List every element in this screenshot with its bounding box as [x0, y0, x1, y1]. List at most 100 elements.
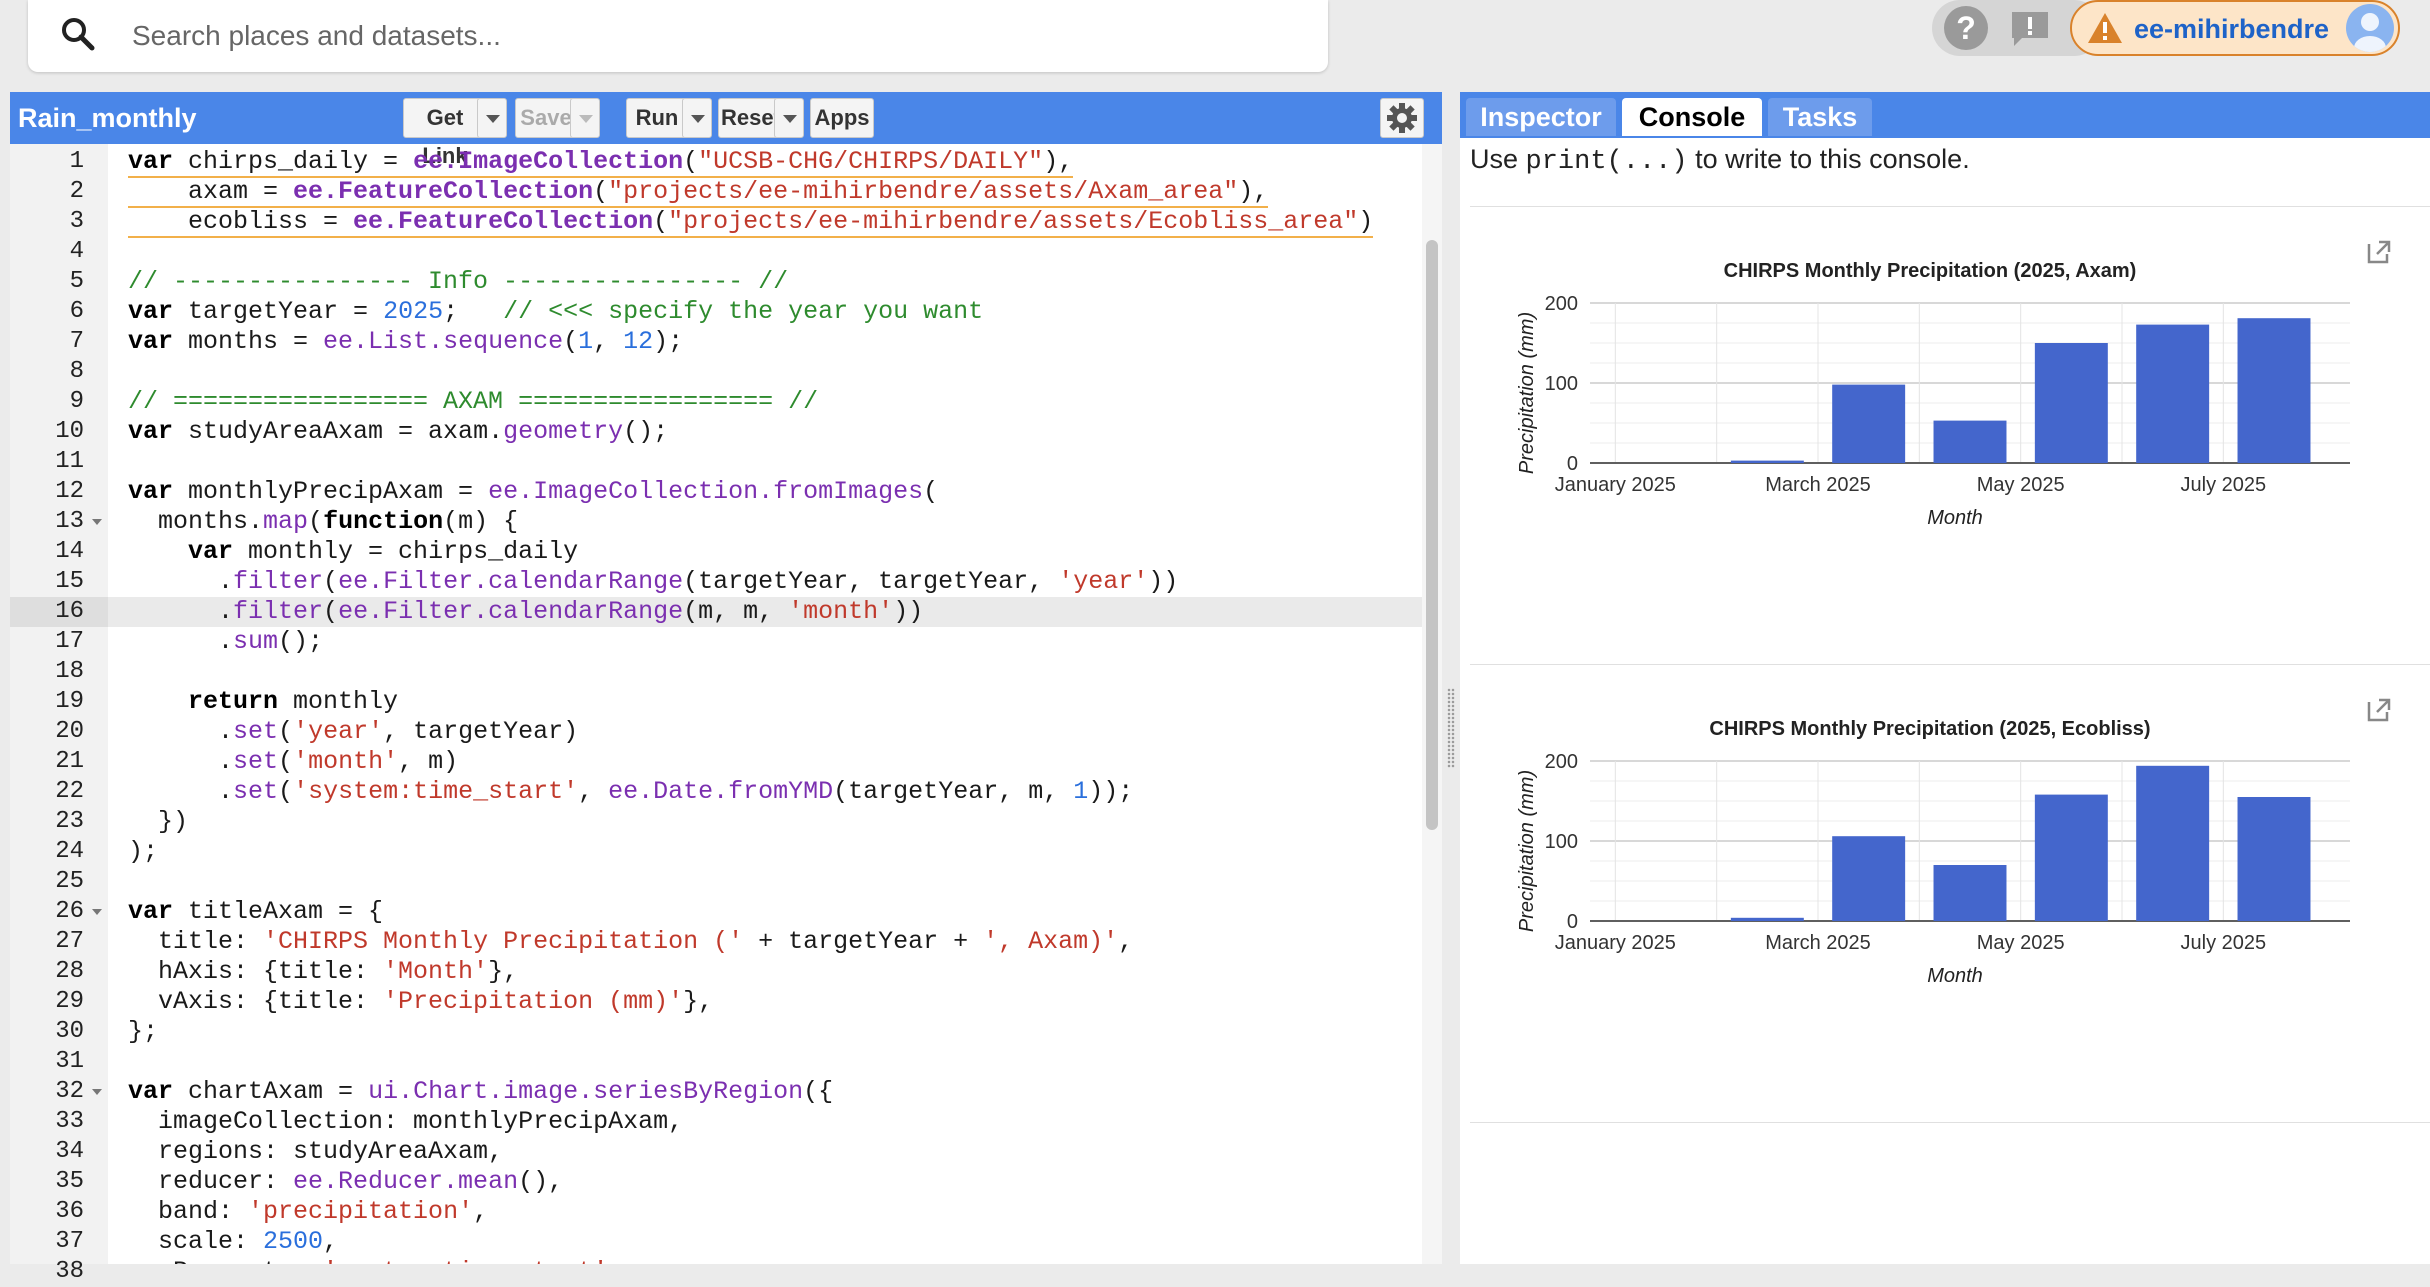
panel-splitter[interactable] — [1442, 92, 1460, 1264]
code-token: // ---------------- Info ---------------… — [128, 267, 789, 296]
code-token: filter — [233, 567, 324, 596]
code-token: . — [128, 597, 234, 626]
code-line[interactable]: var studyAreaAxam = axam.geometry(); — [128, 417, 668, 447]
code-line[interactable]: var titleAxam = { — [128, 897, 383, 927]
code-line[interactable]: var monthlyPrecipAxam = ee.ImageCollecti… — [128, 477, 938, 507]
run-button[interactable]: Run — [626, 98, 688, 138]
editor-scrollbar[interactable] — [1422, 144, 1442, 1264]
code-token: months = — [173, 327, 324, 356]
code-line[interactable]: .sum(); — [128, 627, 323, 657]
line-number: 21 — [55, 748, 84, 775]
code-line-text: scale: 2500, — [128, 1227, 338, 1256]
code-line[interactable]: .filter(ee.Filter.calendarRange(targetYe… — [128, 567, 1178, 597]
tab-console[interactable]: Console — [1622, 98, 1762, 136]
code-line[interactable]: axam = ee.FeatureCollection("projects/ee… — [128, 177, 1269, 208]
line-number: 31 — [55, 1048, 84, 1075]
y-tick-label: 0 — [1567, 453, 1578, 475]
code-token: function — [323, 507, 444, 536]
code-token: ee.Filter.calendarRange — [338, 567, 684, 596]
code-token: set — [233, 777, 279, 806]
code-line[interactable]: hAxis: {title: 'Month'}, — [128, 957, 518, 987]
code-line[interactable]: reducer: ee.Reducer.mean(), — [128, 1167, 563, 1197]
code-token: studyAreaAxam = axam. — [173, 417, 504, 446]
code-line[interactable]: var months = ee.List.sequence(1, 12); — [128, 327, 683, 357]
code-line[interactable]: return monthly — [128, 687, 398, 717]
get-link-button[interactable]: Get Link — [403, 98, 487, 168]
apps-button[interactable]: Apps — [810, 98, 874, 138]
code-line[interactable]: }; — [128, 1017, 158, 1047]
code-token: ( — [323, 567, 339, 596]
code-line-text: // ---------------- Info ---------------… — [128, 267, 788, 296]
code-line[interactable]: scale: 2500, — [128, 1227, 338, 1257]
code-token: ', Axam)' — [983, 927, 1119, 956]
settings-button[interactable] — [1380, 98, 1424, 138]
code-token: ee.ImageCollection.fromImages — [488, 477, 924, 506]
code-token: regions: studyAreaAxam, — [128, 1137, 504, 1166]
code-line[interactable]: vAxis: {title: 'Precipitation (mm)'}, — [128, 987, 713, 1017]
line-number: 15 — [55, 568, 84, 595]
code-line[interactable]: xProperty: 'system:time_start' — [128, 1257, 608, 1264]
reset-dropdown[interactable] — [774, 98, 804, 138]
editor-scroll-thumb[interactable] — [1426, 240, 1438, 830]
code-token: , targetYear) — [383, 717, 579, 746]
chart-card-ecobliss: CHIRPS Monthly Precipitation (2025, Ecob… — [1460, 676, 2430, 1116]
code-line[interactable]: var targetYear = 2025; // <<< specify th… — [128, 297, 983, 327]
get-link-dropdown[interactable] — [477, 98, 507, 138]
code-line-text: title: 'CHIRPS Monthly Precipitation (' … — [128, 927, 1133, 956]
chart-bar — [1832, 384, 1906, 463]
code-line[interactable]: months.map(function(m) { — [128, 507, 518, 537]
code-line[interactable]: var monthly = chirps_daily — [128, 537, 578, 567]
code-line[interactable]: var chirps_daily = ee.ImageCollection("U… — [128, 147, 1074, 178]
code-line[interactable]: .set('year', targetYear) — [128, 717, 578, 747]
code-line[interactable]: .filter(ee.Filter.calendarRange(m, m, 'm… — [128, 597, 923, 627]
run-dropdown[interactable] — [682, 98, 712, 138]
line-number: 20 — [55, 718, 84, 745]
save-button[interactable]: Save — [515, 98, 577, 138]
line-number: 36 — [55, 1198, 84, 1225]
code-token: ee.Reducer.mean — [293, 1167, 519, 1196]
line-number: 9 — [69, 388, 84, 415]
code-line[interactable]: .set('system:time_start', ee.Date.fromYM… — [128, 777, 1133, 807]
code-line[interactable]: // ================= AXAM ==============… — [128, 387, 818, 417]
help-icon[interactable]: ? — [1944, 6, 1988, 50]
code-line[interactable]: // ---------------- Info ---------------… — [128, 267, 788, 297]
x-tick-label: January 2025 — [1555, 474, 1676, 496]
feedback-icon[interactable] — [2008, 8, 2052, 48]
code-token: ); — [653, 327, 684, 356]
line-number: 7 — [69, 328, 84, 355]
code-line[interactable]: regions: studyAreaAxam, — [128, 1137, 503, 1167]
code-line[interactable]: title: 'CHIRPS Monthly Precipitation (' … — [128, 927, 1133, 957]
code-token: + targetYear + — [743, 927, 984, 956]
search-box[interactable] — [28, 0, 1328, 72]
code-line[interactable]: }) — [128, 807, 188, 837]
search-icon[interactable] — [58, 14, 98, 54]
tab-tasks[interactable]: Tasks — [1768, 98, 1872, 136]
console-hint-prefix: Use — [1470, 144, 1526, 174]
x-axis-label: Month — [1927, 507, 1983, 529]
code-line[interactable]: band: 'precipitation', — [128, 1197, 488, 1227]
code-token: 'precipitation' — [248, 1197, 474, 1226]
code-line[interactable]: imageCollection: monthlyPrecipAxam, — [128, 1107, 683, 1137]
code-line-text: .set('year', targetYear) — [128, 717, 578, 746]
avatar[interactable] — [2346, 4, 2394, 52]
tab-inspector[interactable]: Inspector — [1466, 98, 1616, 136]
line-number: 30 — [55, 1018, 84, 1045]
code-line[interactable]: ecobliss = ee.FeatureCollection("project… — [128, 207, 1374, 238]
fold-toggle-icon[interactable] — [92, 519, 102, 525]
save-dropdown[interactable] — [570, 98, 600, 138]
splitter-grip[interactable] — [1447, 688, 1455, 768]
code-line[interactable]: var chartAxam = ui.Chart.image.seriesByR… — [128, 1077, 833, 1107]
code-text-area[interactable]: var chirps_daily = ee.ImageCollection("U… — [108, 144, 1422, 1264]
fold-toggle-icon[interactable] — [92, 1089, 102, 1095]
user-account-button[interactable]: ee-mihirbendre — [2070, 0, 2400, 56]
line-number: 14 — [55, 538, 84, 565]
code-token: monthly = chirps_daily — [233, 537, 579, 566]
search-input[interactable] — [130, 10, 1284, 62]
chart-bar — [1933, 865, 2007, 921]
code-line[interactable]: ); — [128, 837, 158, 867]
code-line[interactable]: .set('month', m) — [128, 747, 458, 777]
code-token: , — [578, 777, 609, 806]
fold-toggle-icon[interactable] — [92, 909, 102, 915]
warning-icon — [2088, 13, 2122, 43]
precipitation-chart-ecobliss: CHIRPS Monthly Precipitation (2025, Ecob… — [1516, 718, 2350, 987]
